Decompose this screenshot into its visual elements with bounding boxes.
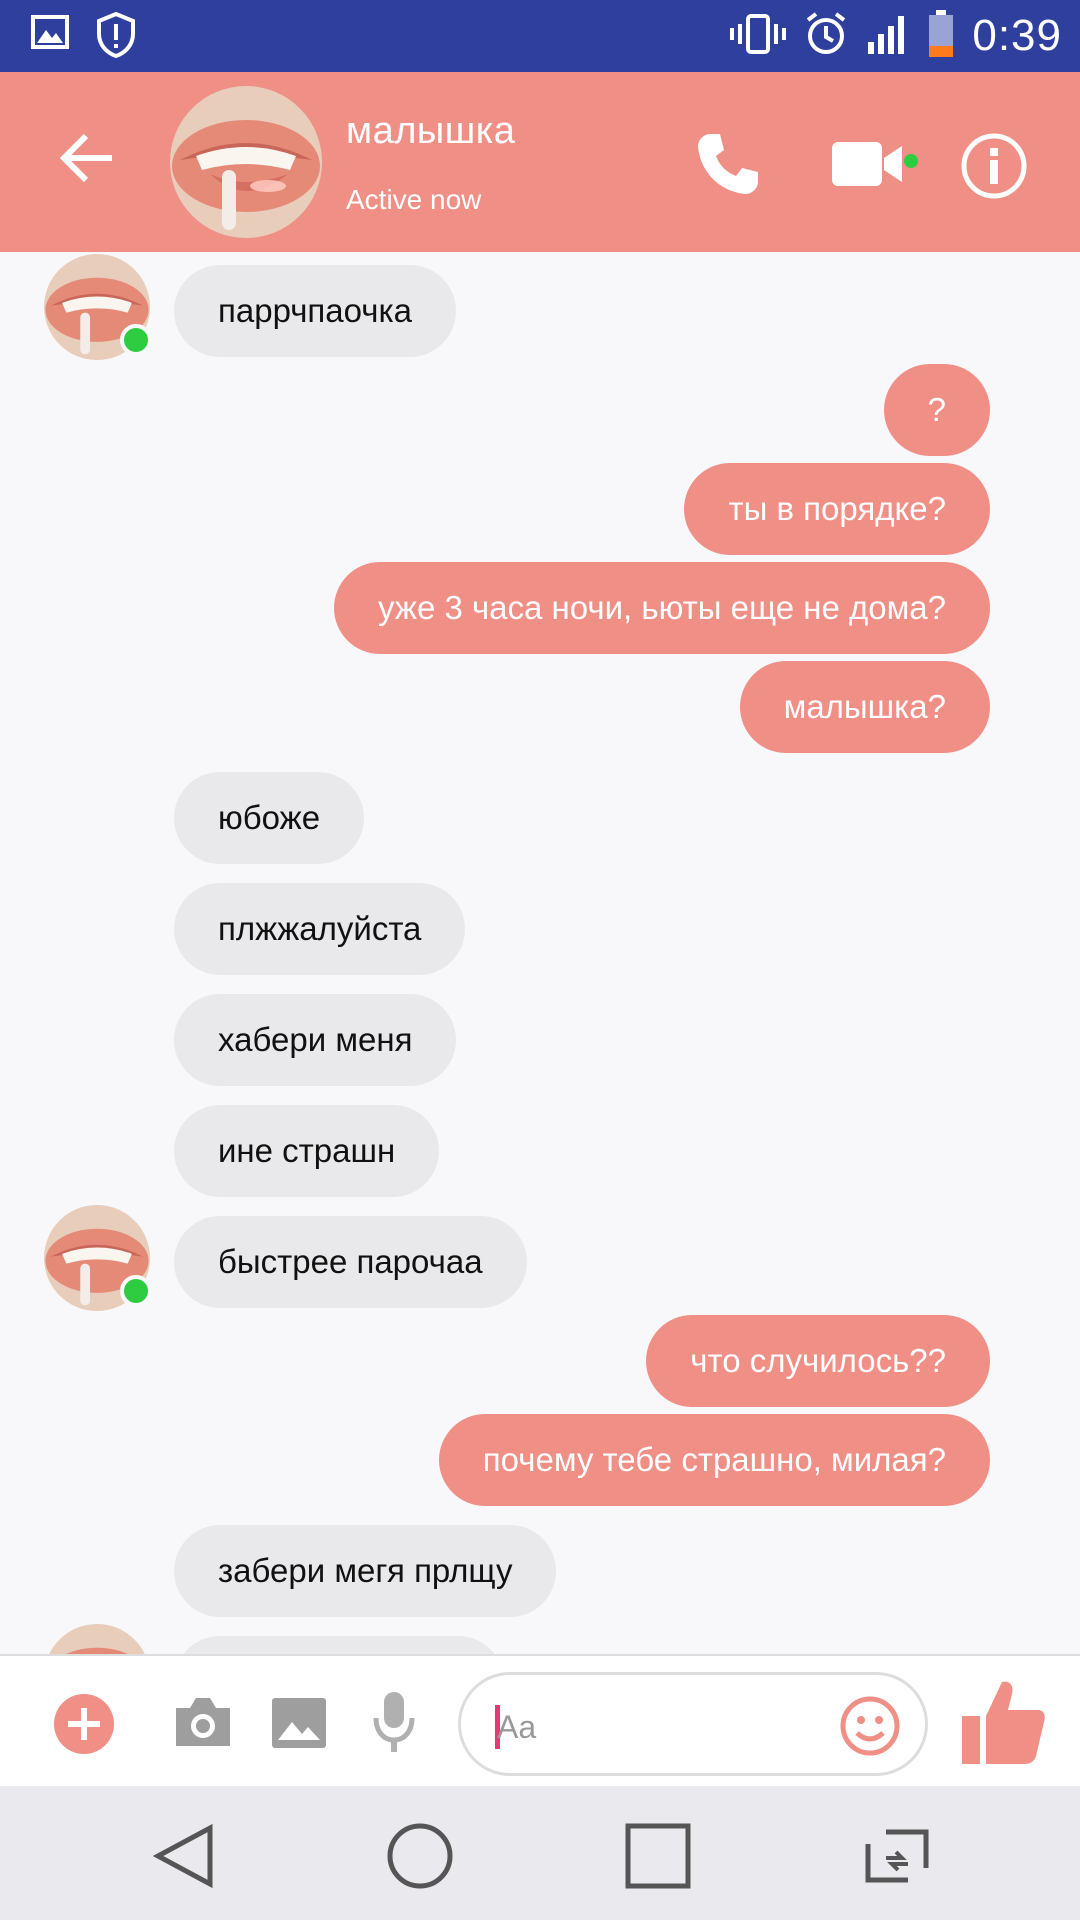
incoming-message[interactable]: быстрее парочаа	[174, 1216, 527, 1308]
outgoing-message[interactable]: уже 3 часа ночи, ьюты еще не дома?	[334, 562, 990, 654]
incoming-message[interactable]: паррчпаочка	[174, 265, 456, 357]
chat-header: малышка Active now	[0, 72, 1080, 252]
phone-icon[interactable]	[692, 128, 764, 200]
alarm-icon	[804, 11, 848, 61]
clock-time: 0:39	[972, 11, 1062, 60]
video-icon[interactable]	[830, 136, 914, 192]
gallery-notification-icon	[30, 12, 70, 63]
microphone-icon[interactable]	[370, 1690, 418, 1756]
incoming-message[interactable]: хабери меня	[174, 994, 457, 1086]
vibrate-icon	[730, 12, 787, 61]
contact-avatar[interactable]	[170, 86, 322, 238]
back-arrow-icon[interactable]	[56, 126, 120, 190]
status-bar: 0:39	[0, 0, 1080, 72]
sender-avatar-partial[interactable]	[44, 1624, 150, 1654]
outgoing-message[interactable]: ты в порядке?	[684, 463, 990, 555]
outgoing-message[interactable]: почему тебе страшно, милая?	[438, 1414, 990, 1506]
contact-name: малышка	[346, 110, 516, 152]
message-list[interactable]: паррчпаочка ? ты в порядке? уже 3 часа н…	[0, 252, 1080, 1654]
outgoing-message[interactable]: что случилось??	[646, 1315, 990, 1407]
signal-icon	[866, 12, 910, 61]
message-input-placeholder: Aa	[497, 1709, 537, 1745]
nav-back-icon[interactable]	[150, 1820, 222, 1892]
composer-bar: Aa	[0, 1654, 1080, 1786]
incoming-message-partial[interactable]	[174, 1636, 504, 1654]
shield-notification-icon	[96, 11, 136, 63]
outgoing-message[interactable]: ?	[883, 364, 990, 456]
incoming-message[interactable]: ине страшн	[174, 1105, 440, 1197]
incoming-message[interactable]: юбоже	[174, 772, 365, 864]
message-input[interactable]: Aa	[458, 1672, 928, 1776]
incoming-message[interactable]: плжжалуйста	[174, 883, 466, 975]
outgoing-message[interactable]: малышка?	[739, 661, 990, 753]
contact-status: Active now	[346, 184, 482, 215]
online-indicator	[120, 1275, 152, 1307]
thumbs-up-icon[interactable]	[958, 1676, 1048, 1768]
camera-icon[interactable]	[172, 1694, 234, 1750]
screen: 0:39 малышка Active now паррчпаочка ? ты…	[0, 0, 1080, 1920]
emoji-icon[interactable]	[839, 1695, 901, 1757]
system-nav-bar	[0, 1786, 1080, 1920]
incoming-message[interactable]: забери мегя прлщу	[174, 1525, 557, 1617]
gallery-icon[interactable]	[270, 1694, 328, 1752]
plus-icon[interactable]	[54, 1694, 114, 1754]
nav-recents-icon[interactable]	[622, 1820, 694, 1892]
battery-low-icon	[928, 9, 954, 63]
nav-switch-app-icon[interactable]	[856, 1820, 938, 1892]
sender-avatar[interactable]	[44, 1205, 152, 1311]
sender-avatar[interactable]	[44, 254, 152, 360]
nav-home-icon[interactable]	[384, 1820, 456, 1892]
info-icon[interactable]	[960, 132, 1028, 200]
video-active-dot	[904, 154, 918, 168]
online-indicator	[120, 324, 152, 356]
